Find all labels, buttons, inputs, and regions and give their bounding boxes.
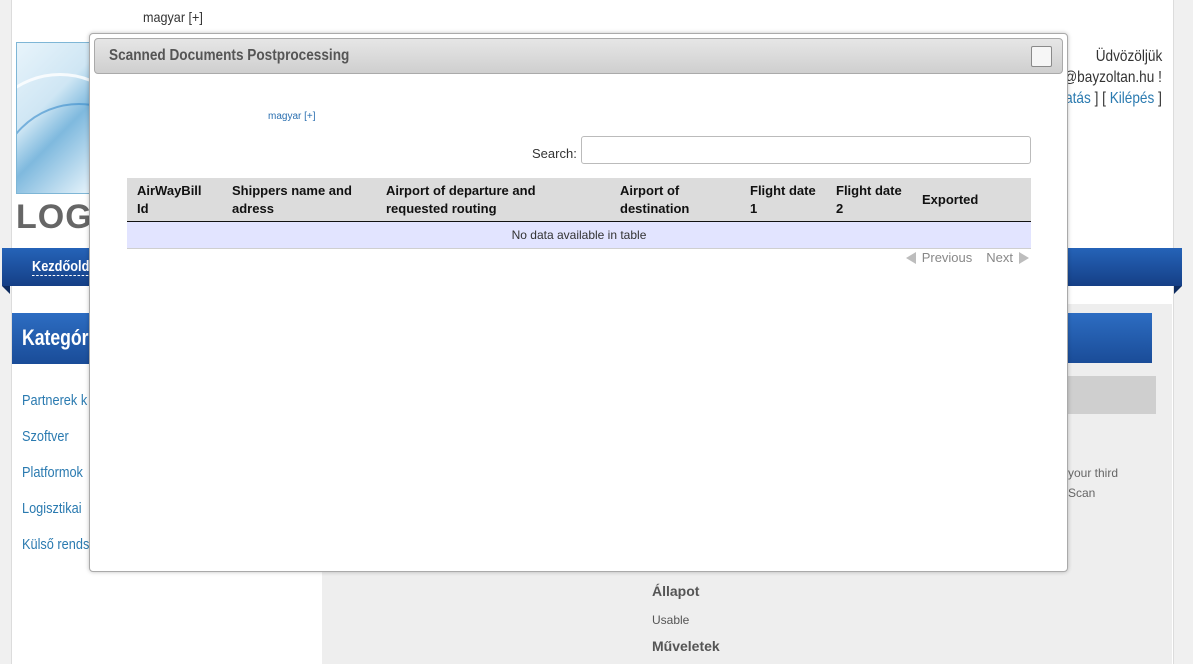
- user-email: @bayzoltan.hu !: [1063, 69, 1162, 86]
- dialog-titlebar[interactable]: Scanned Documents Postprocessing: [94, 38, 1063, 74]
- empty-table-message: No data available in table: [127, 221, 1031, 249]
- sidebar-item-logistics[interactable]: Logisztikai: [22, 500, 89, 536]
- previous-arrow-icon[interactable]: [905, 251, 916, 264]
- language-switcher[interactable]: magyar [+]: [143, 9, 203, 25]
- nav-home-link[interactable]: Kezdőolda: [32, 258, 97, 276]
- link-close-bracket: ]: [1154, 90, 1162, 107]
- right-panel-text: your third Scan: [1068, 463, 1118, 503]
- categories-title: Kategóri: [22, 325, 94, 350]
- search-input[interactable]: [581, 136, 1031, 164]
- logout-link[interactable]: Kilépés: [1110, 90, 1155, 107]
- pagination: Previous Next: [905, 249, 1029, 265]
- table-row: No data available in table: [127, 221, 1031, 249]
- status-value: Usable: [652, 613, 690, 627]
- column-header-flight-date-1[interactable]: Flight date 1: [740, 178, 826, 222]
- next-arrow-icon[interactable]: [1019, 251, 1029, 264]
- documents-table: AirWayBill Id Shippers name and adress A…: [127, 178, 1031, 249]
- column-header-airwaybill-id[interactable]: AirWayBill Id: [127, 178, 222, 222]
- column-header-departure[interactable]: Airport of departure and requested routi…: [376, 178, 610, 222]
- settings-link[interactable]: atás: [1065, 90, 1091, 107]
- sidebar-item-software[interactable]: Szoftver: [22, 428, 89, 464]
- column-header-exported[interactable]: Exported: [912, 178, 1031, 222]
- dialog-language-switcher[interactable]: magyar [+]: [268, 111, 316, 122]
- sidebar-item-platforms[interactable]: Platformok: [22, 464, 89, 500]
- user-links: atás ] [ Kilépés ]: [1065, 90, 1162, 108]
- logo-image: [16, 42, 92, 194]
- previous-button[interactable]: Previous: [922, 250, 973, 265]
- logo-text: LOG: [16, 198, 93, 236]
- link-separator: ] [: [1090, 90, 1110, 107]
- postprocessing-dialog: Scanned Documents Postprocessing magyar …: [89, 33, 1068, 572]
- right-text-line-2: Scan: [1068, 486, 1096, 500]
- status-label: Állapot: [652, 583, 700, 599]
- search-label: Search:: [532, 146, 577, 161]
- right-panel-header: [1066, 313, 1152, 363]
- right-text-line-1: your third: [1068, 466, 1119, 480]
- sidebar-item-external[interactable]: Külső rends: [22, 536, 89, 572]
- column-header-shipper[interactable]: Shippers name and adress: [222, 178, 376, 222]
- column-header-flight-date-2[interactable]: Flight date 2: [826, 178, 912, 222]
- sidebar-item-partners[interactable]: Partnerek k: [22, 392, 89, 428]
- operations-label: Műveletek: [652, 638, 720, 654]
- dialog-title: Scanned Documents Postprocessing: [109, 47, 350, 64]
- column-header-destination[interactable]: Airport of destination: [610, 178, 740, 222]
- table-header-row: AirWayBill Id Shippers name and adress A…: [127, 178, 1031, 222]
- next-button[interactable]: Next: [986, 250, 1013, 265]
- welcome-text: Üdvözöljük: [1095, 48, 1162, 65]
- close-button[interactable]: [1031, 46, 1052, 67]
- right-panel-bar: [1066, 376, 1156, 414]
